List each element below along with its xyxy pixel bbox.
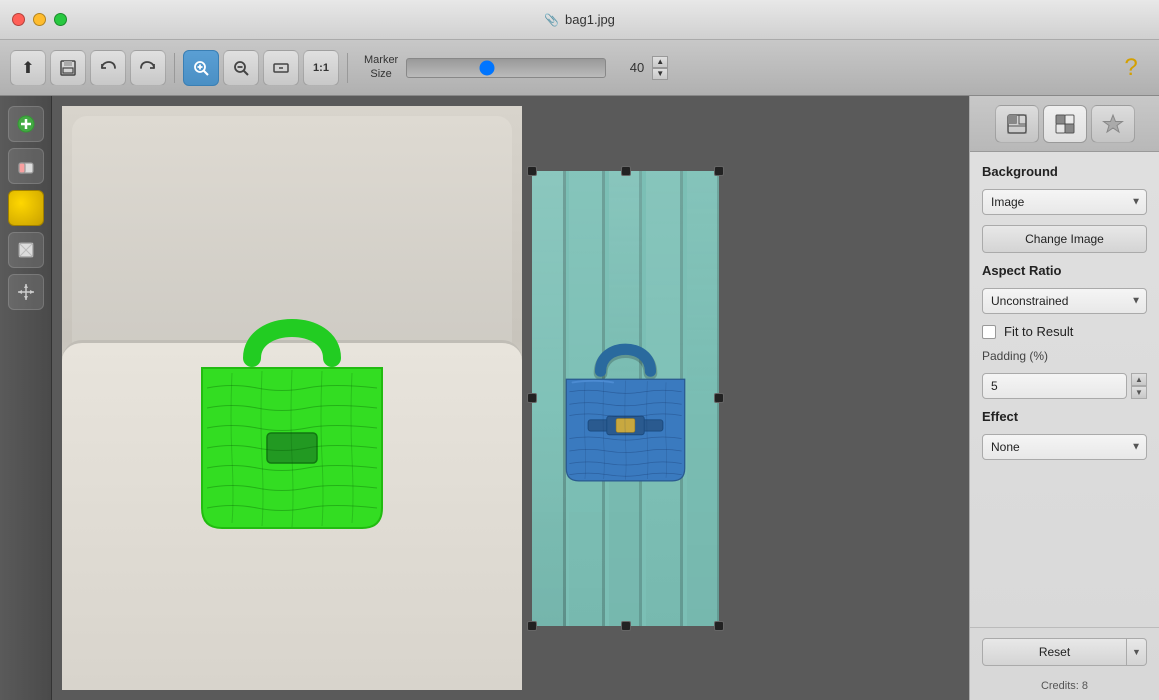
marker-size-value: 40 — [614, 60, 644, 75]
handle-bot-center[interactable] — [621, 621, 631, 631]
add-tool-button[interactable] — [8, 106, 44, 142]
canvas-area[interactable] — [52, 96, 969, 700]
effect-dropdown-wrapper[interactable]: None Shadow Glow Blur ▼ — [982, 434, 1147, 460]
fit-to-result-row: Fit to Result — [982, 324, 1147, 339]
handle-top-right[interactable] — [714, 166, 724, 176]
result-image-container — [532, 106, 719, 690]
handle-top-center[interactable] — [621, 166, 631, 176]
handle-mid-left[interactable] — [527, 393, 537, 403]
titlebar: 📎 bag1.jpg — [0, 0, 1159, 40]
effect-label: Effect — [982, 409, 1147, 424]
composite-tab[interactable] — [1043, 105, 1087, 143]
clear-tool-button[interactable] — [8, 232, 44, 268]
marker-up-button[interactable]: ▲ — [652, 56, 668, 68]
file-icon: 📎 — [544, 13, 559, 27]
marker-size-group: Marker Size 40 ▲ ▼ — [364, 54, 668, 80]
panel-footer: Reset ▼ — [970, 627, 1159, 676]
window-controls[interactable] — [12, 13, 67, 26]
padding-up-button[interactable]: ▲ — [1131, 373, 1147, 386]
close-button[interactable] — [12, 13, 25, 26]
red-arrow-indicator: ↓ — [1095, 96, 1109, 98]
window-title: 📎 bag1.jpg — [544, 12, 615, 27]
zoom-100-button[interactable]: 1:1 — [303, 50, 339, 86]
handle-mid-right[interactable] — [714, 393, 724, 403]
handle-top-left[interactable] — [527, 166, 537, 176]
aspect-ratio-label: Aspect Ratio — [982, 263, 1147, 278]
marker-size-spinner[interactable]: ▲ ▼ — [652, 56, 668, 80]
background-dropdown[interactable]: Image Color Transparent — [982, 189, 1147, 215]
marker-down-button[interactable]: ▼ — [652, 68, 668, 80]
maximize-button[interactable] — [54, 13, 67, 26]
padding-spinner[interactable]: ▲ ▼ — [1131, 373, 1147, 399]
fit-to-result-checkbox[interactable] — [982, 325, 996, 339]
save-button[interactable] — [50, 50, 86, 86]
export-button[interactable]: ⬆ — [10, 50, 46, 86]
layers-tab[interactable] — [995, 105, 1039, 143]
change-image-button[interactable]: Change Image — [982, 225, 1147, 253]
panel-tabs: ↓ — [970, 96, 1159, 152]
separator-1 — [174, 53, 175, 83]
aspect-ratio-dropdown[interactable]: Unconstrained 1:1 4:3 16:9 — [982, 288, 1147, 314]
green-bag-container — [62, 106, 522, 690]
undo-button[interactable] — [90, 50, 126, 86]
original-image — [62, 106, 522, 690]
credits-label: Credits: 8 — [970, 676, 1159, 700]
help-button[interactable]: ? — [1113, 50, 1149, 86]
main-area: ↓ Background Image Color Transparent ▼ — [0, 96, 1159, 700]
handle-bot-right[interactable] — [714, 621, 724, 631]
padding-down-button[interactable]: ▼ — [1131, 386, 1147, 399]
blue-bag-container — [532, 171, 719, 626]
main-toolbar: ⬆ 1:1 Marker Size 40 ▲ ▼ ? — [0, 40, 1159, 96]
handle-bot-left[interactable] — [527, 621, 537, 631]
zoom-fit-button[interactable] — [263, 50, 299, 86]
right-panel: ↓ Background Image Color Transparent ▼ — [969, 96, 1159, 700]
effect-dropdown[interactable]: None Shadow Glow Blur — [982, 434, 1147, 460]
marker-size-label: Marker Size — [364, 54, 398, 80]
brush-tool-button[interactable] — [8, 190, 44, 226]
reset-button[interactable]: Reset — [982, 638, 1127, 666]
background-dropdown-wrapper[interactable]: Image Color Transparent ▼ — [982, 189, 1147, 215]
marker-size-slider[interactable] — [406, 58, 606, 78]
eraser-tool-button[interactable] — [8, 148, 44, 184]
move-tool-button[interactable] — [8, 274, 44, 310]
fit-to-result-label: Fit to Result — [1004, 324, 1073, 339]
left-toolbar — [0, 96, 52, 700]
result-image[interactable] — [532, 171, 719, 626]
background-label: Background — [982, 164, 1147, 179]
redo-button[interactable] — [130, 50, 166, 86]
reset-dropdown-button[interactable]: ▼ — [1127, 638, 1147, 666]
padding-label: Padding (%) — [982, 349, 1147, 363]
blue-bag-svg — [532, 233, 719, 563]
presets-tab[interactable] — [1091, 105, 1135, 143]
green-bag-svg — [152, 238, 432, 558]
aspect-ratio-dropdown-wrapper[interactable]: Unconstrained 1:1 4:3 16:9 ▼ — [982, 288, 1147, 314]
separator-2 — [347, 53, 348, 83]
padding-row: 5 ▲ ▼ — [982, 373, 1147, 399]
minimize-button[interactable] — [33, 13, 46, 26]
padding-input[interactable]: 5 — [982, 373, 1127, 399]
zoom-in-button[interactable] — [183, 50, 219, 86]
panel-content: Background Image Color Transparent ▼ Cha… — [970, 152, 1159, 627]
zoom-out-button[interactable] — [223, 50, 259, 86]
